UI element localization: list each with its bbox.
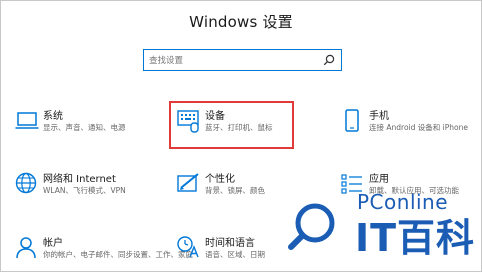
- tile-phone[interactable]: 手机 连接 Android 设备和 iPhone: [340, 106, 480, 150]
- tile-title: 应用: [369, 174, 389, 185]
- tile-title: 系统: [43, 111, 63, 122]
- search-input[interactable]: [149, 53, 319, 68]
- watermark-text: IT百科: [355, 216, 476, 260]
- tile-description: 你的帐户、电子邮件、同步设置、工作、家庭: [43, 250, 193, 259]
- watermark: PConline IT百科: [285, 190, 480, 270]
- person-icon: [16, 237, 36, 259]
- tile-title: 手机: [369, 111, 389, 122]
- devices-highlight-box: [169, 101, 294, 149]
- window-title: Windows 设置: [189, 13, 293, 31]
- tile-network[interactable]: 网络和 Internet WLAN、飞行模式、VPN: [14, 169, 154, 213]
- paintbrush-icon: [177, 173, 199, 192]
- tile-description: 显示、声音、通知、电源: [43, 123, 126, 132]
- laptop-icon: [15, 112, 39, 129]
- tile-title: 帐户: [43, 238, 63, 249]
- tile-description: 背景、锁屏、颜色: [205, 186, 265, 195]
- tile-title: 个性化: [205, 174, 235, 185]
- search-box[interactable]: [143, 49, 342, 71]
- tile-title: 网络和 Internet: [43, 174, 116, 185]
- tile-accounts[interactable]: 帐户 你的帐户、电子邮件、同步设置、工作、家庭: [14, 233, 193, 277]
- watermark-logo-icon: [287, 196, 349, 258]
- tile-description: 语音、区域、日期: [205, 250, 265, 259]
- watermark-brand: PConline: [357, 190, 449, 214]
- tile-description: WLAN、飞行模式、VPN: [43, 186, 126, 195]
- tile-description: 连接 Android 设备和 iPhone: [369, 123, 468, 132]
- tile-system[interactable]: 系统 显示、声音、通知、电源: [14, 106, 154, 150]
- search-icon[interactable]: [323, 54, 335, 66]
- phone-icon: [345, 109, 359, 132]
- time-language-icon: [177, 236, 199, 258]
- tile-title: 时间和语言: [205, 238, 255, 249]
- globe-icon: [15, 172, 37, 194]
